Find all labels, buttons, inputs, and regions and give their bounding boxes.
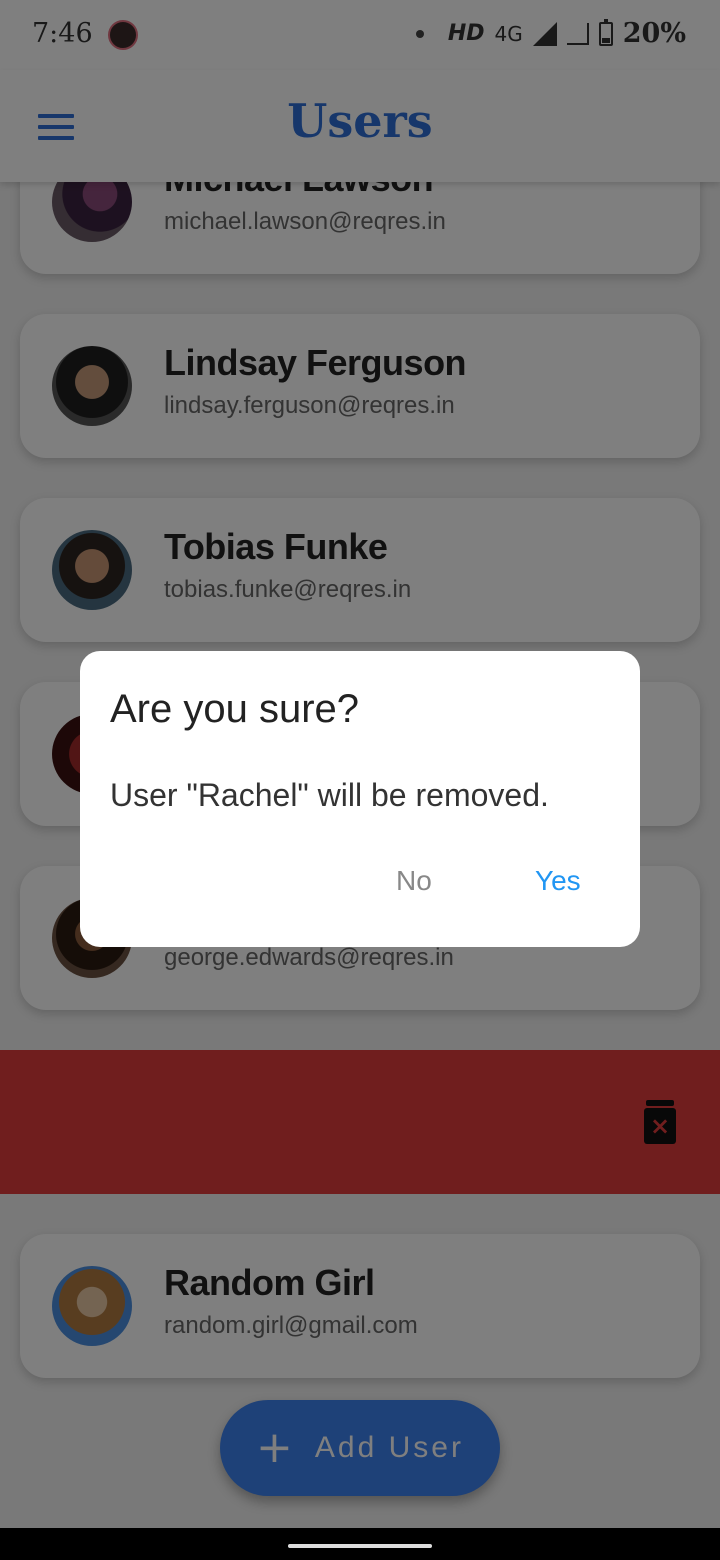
yes-button[interactable]: Yes	[535, 865, 581, 897]
system-nav-bar	[0, 1528, 720, 1560]
home-handle[interactable]	[288, 1544, 432, 1548]
dialog-message: User "Rachel" will be removed.	[110, 777, 549, 813]
confirm-dialog: Are you sure? User "Rachel" will be remo…	[80, 651, 640, 947]
no-button[interactable]: No	[396, 865, 432, 897]
dialog-title: Are you sure?	[110, 687, 360, 731]
